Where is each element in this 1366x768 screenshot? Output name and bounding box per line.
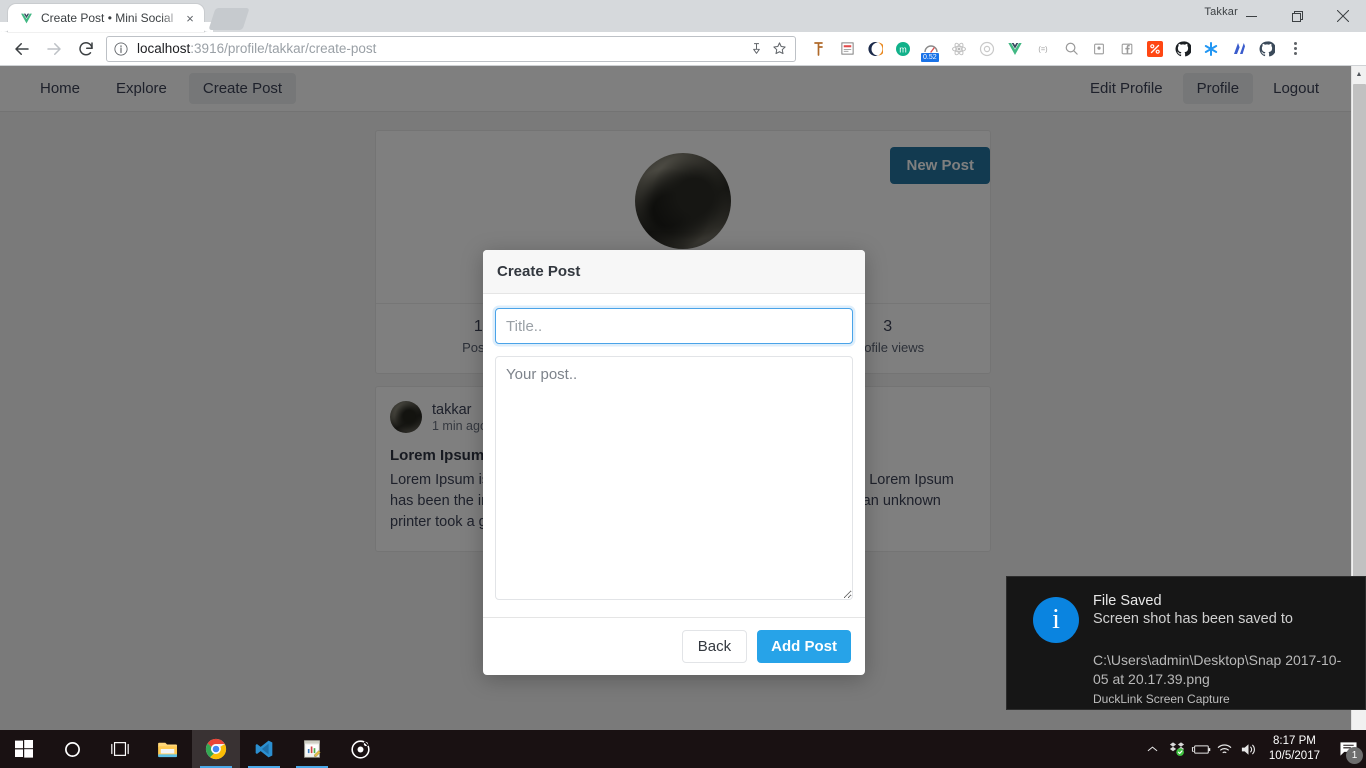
close-icon[interactable]: × [182,10,198,26]
file-explorer-icon[interactable] [144,730,192,768]
bitwarden-icon[interactable] [806,36,832,62]
forward-icon [40,35,68,63]
momentum-icon[interactable]: m [890,36,916,62]
minimize-icon[interactable] [1228,0,1274,32]
toast-title: File Saved [1093,593,1351,609]
toast-content: File Saved Screen shot has been saved to… [1093,593,1351,693]
file-saved-toast[interactable]: i File Saved Screen shot has been saved … [1006,576,1366,710]
omnibox-actions [746,39,789,59]
speedtest-badge: 0.52 [921,53,939,62]
url-text: localhost:3916/profile/takkar/create-pos… [137,41,746,56]
create-post-modal: Create Post Back Add Post [483,250,865,675]
clock-time: 8:17 PM [1269,734,1320,749]
url-host: localhost [137,41,190,56]
post-body-input[interactable] [495,356,853,600]
modal-footer: Back Add Post [483,617,865,675]
octocat-extension-icon[interactable] [1254,36,1280,62]
browser-tab[interactable]: Create Post • Mini Social × [8,4,204,32]
circle-extension-icon[interactable] [974,36,1000,62]
save-pin-icon[interactable] [746,39,766,59]
github-extension-icon[interactable] [1170,36,1196,62]
toast-file-path: C:\Users\admin\Desktop\Snap 2017-10-05 a… [1093,651,1351,689]
extension-toolbar: m 0.52 (=) [802,36,1308,62]
dropbox-sync-icon[interactable] [1165,730,1189,768]
pocket-extension-icon[interactable] [1086,36,1112,62]
back-icon[interactable] [8,35,36,63]
speedtest-icon[interactable]: 0.52 [918,36,944,62]
notification-badge: 1 [1346,747,1363,764]
cortana-search-icon[interactable] [48,730,96,768]
scrollbar-thumb[interactable] [1353,84,1366,644]
toast-app-name: DuckLink Screen Capture [1093,692,1351,706]
info-circle-icon[interactable] [113,41,129,57]
volume-icon[interactable] [1237,730,1261,768]
react-devtools-icon[interactable] [946,36,972,62]
scroll-up-arrow-icon[interactable]: ▲ [1352,66,1366,83]
vue-logo-icon [18,10,34,26]
start-button[interactable] [0,730,48,768]
notes-extension-icon[interactable] [834,36,860,62]
facebook-extension-icon[interactable] [1114,36,1140,62]
wifi-icon[interactable] [1213,730,1237,768]
svg-text:m: m [899,44,907,54]
info-icon: i [1033,597,1079,643]
ionic-icon[interactable] [336,730,384,768]
chrome-icon[interactable] [192,730,240,768]
back-button[interactable]: Back [682,630,747,663]
vue-devtools-icon[interactable] [1002,36,1028,62]
close-window-icon[interactable] [1320,0,1366,32]
browser-toolbar: localhost:3916/profile/takkar/create-pos… [0,32,1366,66]
search-extension-icon[interactable] [1058,36,1084,62]
taskbar-clock[interactable]: 8:17 PM 10/5/2017 [1261,734,1330,764]
equals-extension-icon[interactable]: (=) [1030,36,1056,62]
modal-title: Create Post [483,250,865,294]
asterisk-extension-icon[interactable] [1198,36,1224,62]
window-controls [1228,0,1366,32]
three-dots-menu-icon[interactable] [1282,36,1308,62]
add-post-button[interactable]: Add Post [757,630,851,663]
taskbar-items [0,730,384,768]
windows-taskbar: 8:17 PM 10/5/2017 1 [0,730,1366,768]
algolia-extension-icon[interactable] [1226,36,1252,62]
new-tab-button[interactable] [208,8,249,30]
clock-date: 10/5/2017 [1269,749,1320,764]
task-view-icon[interactable] [96,730,144,768]
maximize-icon[interactable] [1274,0,1320,32]
star-icon[interactable] [769,39,789,59]
post-title-input[interactable] [495,308,853,344]
screen: Create Post • Mini Social × Takkar [0,0,1366,768]
reload-icon[interactable] [72,35,100,63]
action-center-icon[interactable]: 1 [1330,730,1366,768]
moon-extension-icon[interactable] [862,36,888,62]
percent-extension-icon[interactable] [1142,36,1168,62]
battery-icon[interactable] [1189,730,1213,768]
address-bar[interactable]: localhost:3916/profile/takkar/create-pos… [106,36,796,62]
url-path: :3916/profile/takkar/create-post [190,41,376,56]
vscode-icon[interactable] [240,730,288,768]
system-tray: 8:17 PM 10/5/2017 1 [1141,730,1366,768]
toast-message: Screen shot has been saved to [1093,611,1351,627]
svg-text:(=): (=) [1038,44,1047,53]
tab-title: Create Post • Mini Social [41,11,182,25]
modal-body [483,294,865,617]
notepad-editor-icon[interactable] [288,730,336,768]
show-hidden-icons-chevron[interactable] [1141,730,1165,768]
tab-strip: Create Post • Mini Social × Takkar [0,0,1366,32]
